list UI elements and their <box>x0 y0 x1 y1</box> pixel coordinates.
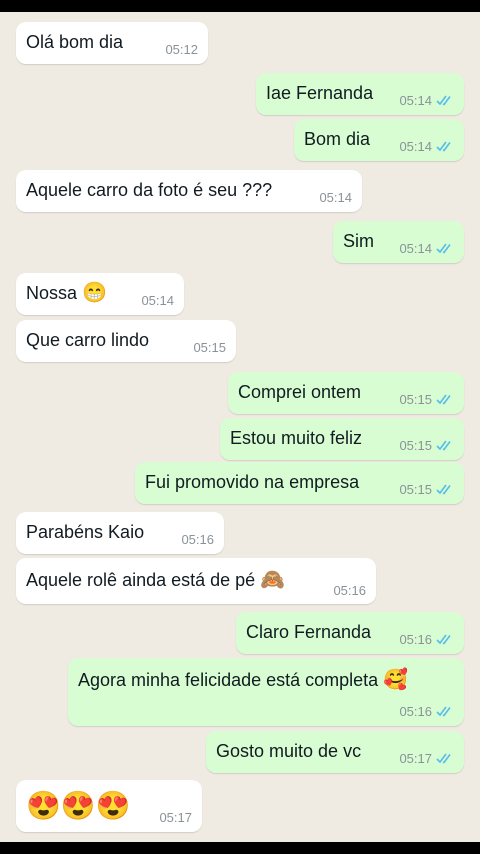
message-time: 05:14 <box>319 190 352 205</box>
double-check-icon <box>436 141 451 152</box>
message-bubble-outgoing[interactable]: Agora minha felicidade está completa 🥰 0… <box>68 658 464 726</box>
message-text: Olá bom dia <box>26 32 124 52</box>
double-check-icon <box>436 484 451 495</box>
message-time: 05:14 <box>399 139 454 154</box>
message-bubble-incoming[interactable]: Que carro lindo 05:15 <box>16 320 236 362</box>
double-check-icon <box>436 95 451 106</box>
navigation-bar <box>0 842 480 854</box>
message-bubble-outgoing[interactable]: Comprei ontem 05:15 <box>228 372 464 414</box>
message-text: Estou muito feliz <box>230 428 363 448</box>
message-text: Gosto muito de vc <box>216 741 362 761</box>
message-text: Agora minha felicidade está completa 🥰 <box>78 669 409 691</box>
message-text: Aquele carro da foto é seu ??? <box>26 180 273 200</box>
heart-eyes-emoji: 😍😍😍 <box>26 790 131 821</box>
message-bubble-incoming[interactable]: 😍😍😍 05:17 <box>16 780 202 832</box>
message-text: Sim <box>343 231 374 251</box>
message-text: Nossa 😁 <box>26 282 107 304</box>
smiling-face-with-hearts-emoji: 🥰 <box>383 669 409 691</box>
message-text: Comprei ontem <box>238 382 362 402</box>
message-text: Bom dia <box>304 129 371 149</box>
message-bubble-incoming[interactable]: Aquele rolê ainda está de pé 🙈 05:16 <box>16 558 376 604</box>
message-text: Iae Fernanda <box>266 83 374 103</box>
message-time: 05:14 <box>399 93 454 108</box>
message-text: Que carro lindo <box>26 330 150 350</box>
message-bubble-incoming[interactable]: Aquele carro da foto é seu ??? 05:14 <box>16 170 362 212</box>
message-time: 05:14 <box>399 241 454 256</box>
message-time: 05:15 <box>193 340 226 355</box>
message-time: 05:12 <box>165 42 198 57</box>
message-bubble-outgoing[interactable]: Estou muito feliz 05:15 <box>220 418 464 460</box>
message-time: 05:16 <box>399 704 454 719</box>
message-time: 05:15 <box>399 392 454 407</box>
double-check-icon <box>436 394 451 405</box>
double-check-icon <box>436 634 451 645</box>
message-bubble-outgoing[interactable]: Sim 05:14 <box>333 221 464 263</box>
message-bubble-outgoing[interactable]: Gosto muito de vc 05:17 <box>206 731 464 773</box>
message-bubble-outgoing[interactable]: Bom dia 05:14 <box>294 119 464 161</box>
message-bubble-incoming[interactable]: Olá bom dia 05:12 <box>16 22 208 64</box>
message-time: 05:16 <box>333 583 366 598</box>
double-check-icon <box>436 706 451 717</box>
message-time: 05:15 <box>399 438 454 453</box>
see-no-evil-monkey-emoji: 🙈 <box>260 569 286 591</box>
message-text: Aquele rolê ainda está de pé 🙈 <box>26 569 286 591</box>
message-text: Claro Fernanda <box>246 622 372 642</box>
message-time: 05:15 <box>399 482 454 497</box>
message-bubble-incoming[interactable]: Nossa 😁 05:14 <box>16 273 184 315</box>
grinning-face-emoji: 😁 <box>82 282 107 304</box>
double-check-icon <box>436 440 451 451</box>
message-time: 05:17 <box>159 810 192 825</box>
message-time: 05:17 <box>399 751 454 766</box>
message-bubble-outgoing[interactable]: Iae Fernanda 05:14 <box>256 73 464 115</box>
message-bubble-incoming[interactable]: Parabéns Kaio 05:16 <box>16 512 224 554</box>
message-time: 05:16 <box>399 632 454 647</box>
status-bar <box>0 0 480 12</box>
message-bubble-outgoing[interactable]: Claro Fernanda 05:16 <box>236 612 464 654</box>
double-check-icon <box>436 243 451 254</box>
message-time: 05:16 <box>181 532 214 547</box>
double-check-icon <box>436 753 451 764</box>
message-bubble-outgoing[interactable]: Fui promovido na empresa 05:15 <box>135 462 464 504</box>
message-time: 05:14 <box>141 293 174 308</box>
message-text: Parabéns Kaio <box>26 522 145 542</box>
message-text: Fui promovido na empresa <box>145 472 360 492</box>
message-text: 😍😍😍 <box>26 792 131 820</box>
